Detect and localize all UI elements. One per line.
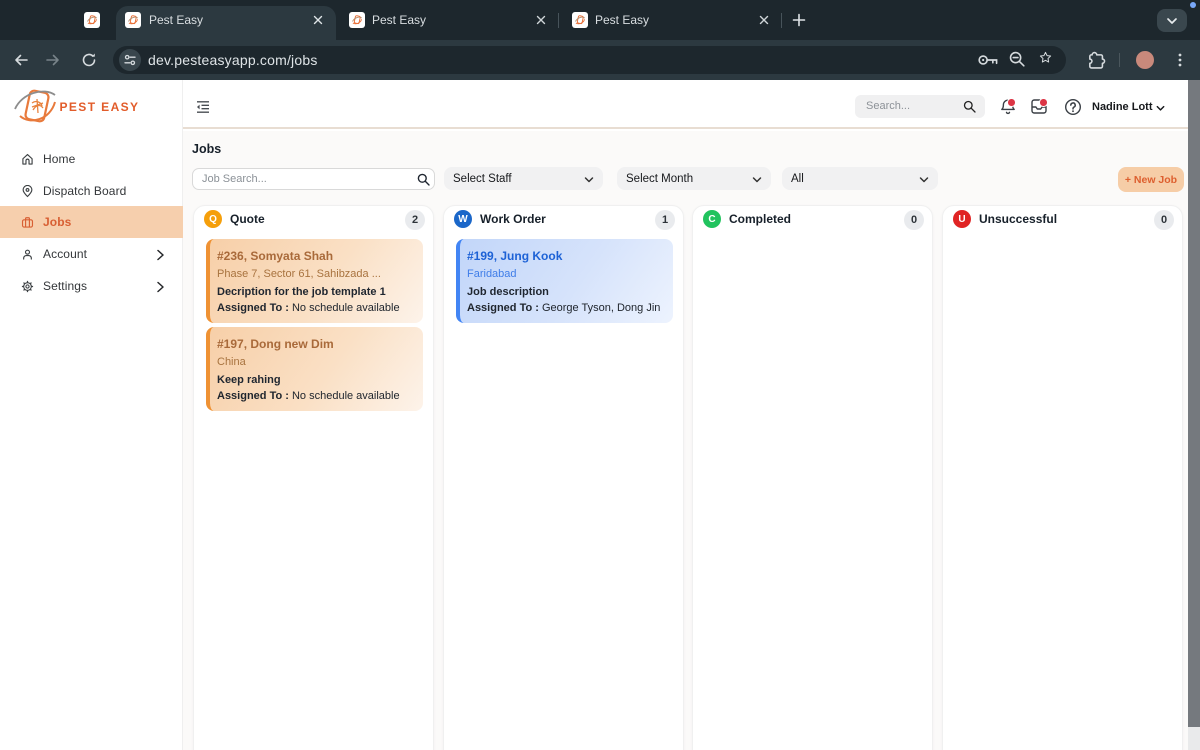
svg-text:PEST EASY: PEST EASY: [60, 100, 140, 114]
